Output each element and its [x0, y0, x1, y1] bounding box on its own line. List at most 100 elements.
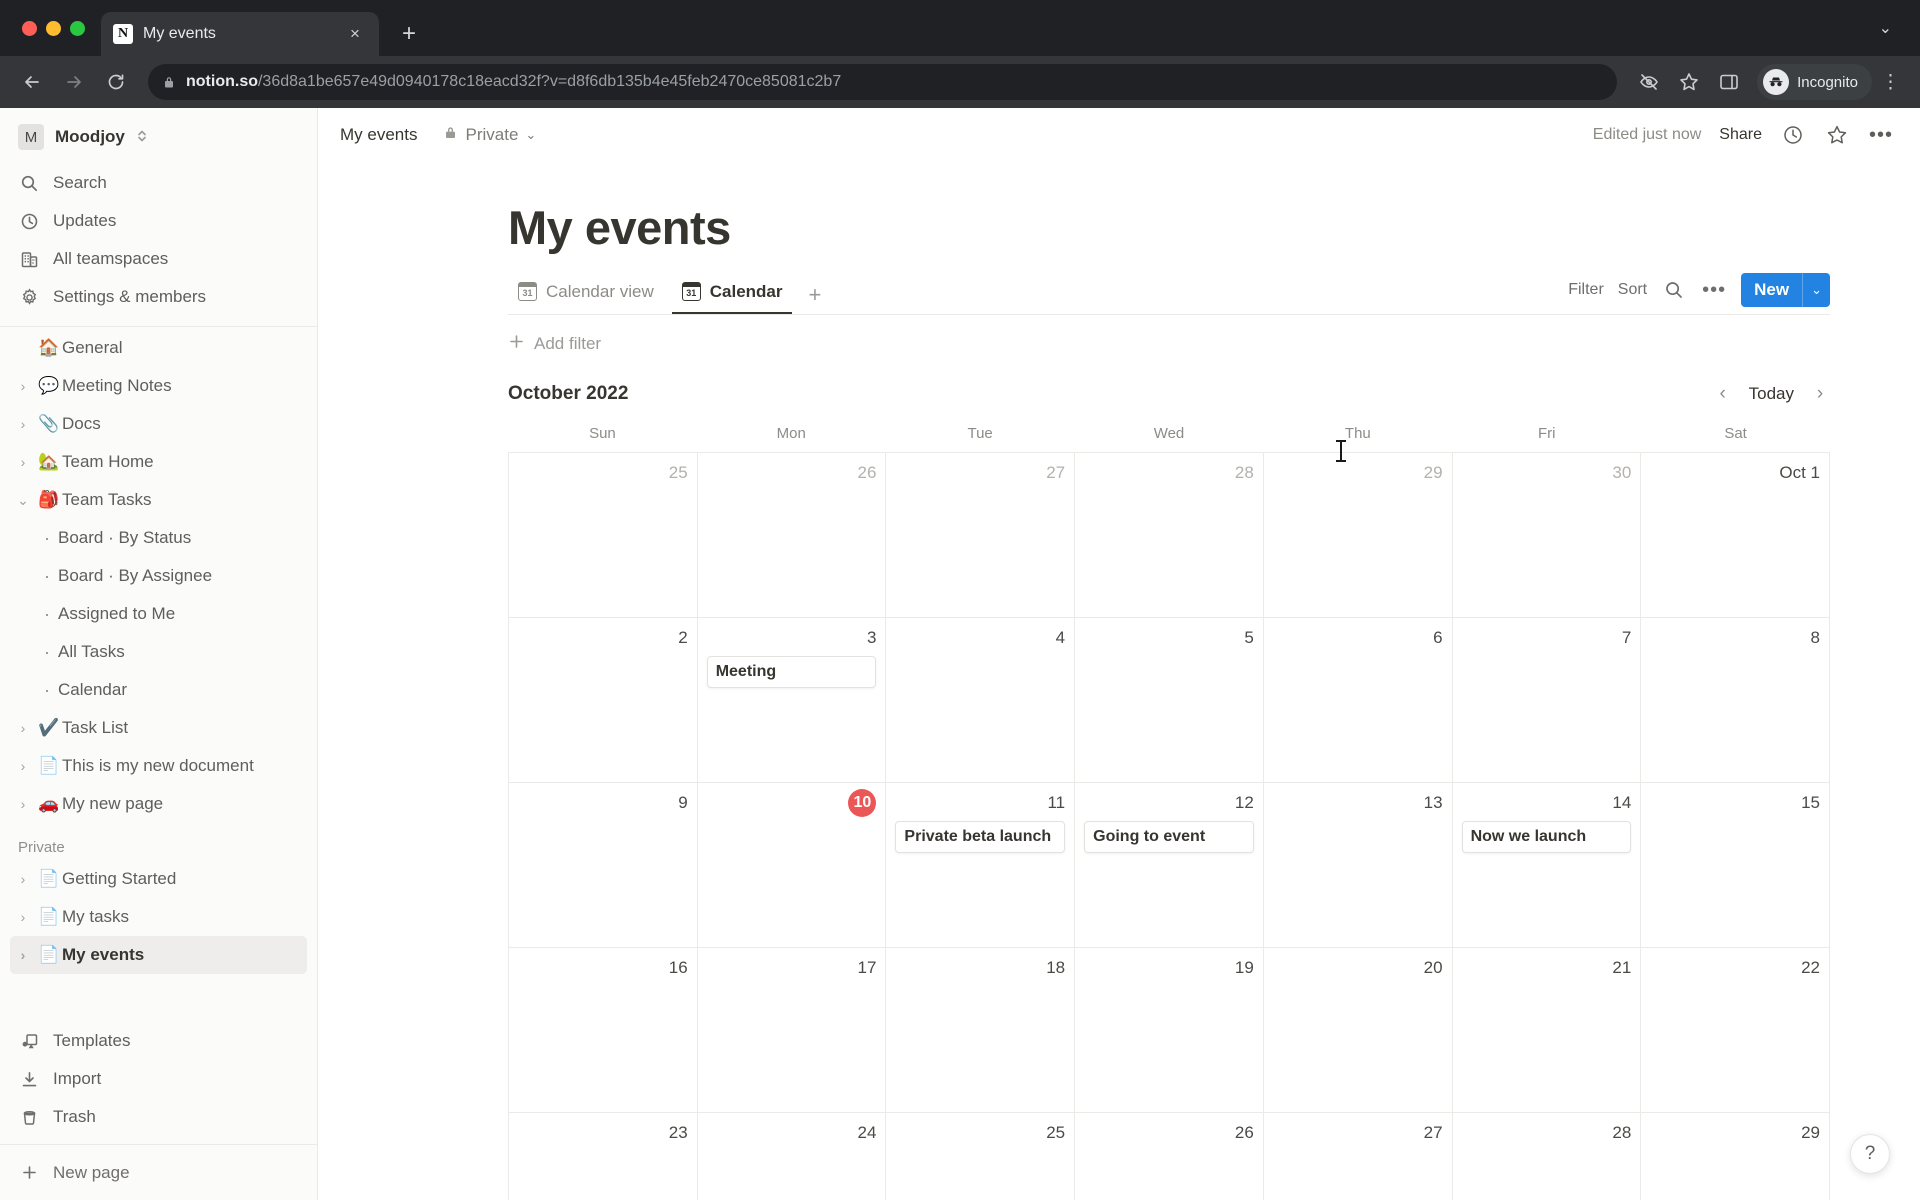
sidebar-item-task-list[interactable]: › ✔️ Task List — [10, 709, 307, 747]
chevron-right-icon[interactable]: › — [10, 720, 36, 736]
sidebar-item-this-is-my-new-document[interactable]: › 📄 This is my new document — [10, 747, 307, 785]
sidebar-item-all-tasks[interactable]: · All Tasks — [10, 633, 307, 671]
bookmark-star-icon[interactable] — [1671, 64, 1707, 100]
help-button[interactable]: ? — [1850, 1134, 1890, 1174]
side-panel-icon[interactable] — [1711, 64, 1747, 100]
calendar-day-cell[interactable]: 28 — [1453, 1113, 1642, 1200]
calendar-day-cell[interactable]: 4 — [886, 618, 1076, 783]
sidebar-item-my-events[interactable]: › 📄 My events — [10, 936, 307, 974]
calendar-day-cell[interactable]: 28 — [1075, 453, 1264, 618]
chevron-right-icon[interactable]: › — [10, 454, 36, 470]
calendar-day-cell[interactable]: 21 — [1452, 948, 1642, 1113]
page-title[interactable]: My events — [508, 200, 1830, 255]
calendar-day-cell[interactable]: 8 — [1641, 618, 1830, 783]
sidebar-item-templates[interactable]: Templates — [10, 1022, 307, 1060]
sidebar-item-assigned-to-me[interactable]: · Assigned to Me — [10, 595, 307, 633]
minimize-window-button[interactable] — [46, 20, 61, 36]
sidebar-item-my-new-page[interactable]: › 🚗 My new page — [10, 785, 307, 823]
close-window-button[interactable] — [22, 20, 37, 36]
calendar-day-cell[interactable]: 14 Now we launch — [1452, 783, 1642, 948]
calendar-day-cell[interactable]: 7 — [1452, 618, 1642, 783]
calendar-day-cell[interactable]: 5 — [1075, 618, 1264, 783]
today-button[interactable]: Today — [1749, 384, 1794, 404]
calendar-day-cell[interactable]: 27 — [886, 453, 1076, 618]
back-button[interactable] — [14, 64, 50, 100]
next-month-button[interactable]: › — [1810, 383, 1830, 405]
calendar-day-cell[interactable]: 29 — [1263, 453, 1453, 618]
calendar-day-cell[interactable]: 20 — [1263, 948, 1453, 1113]
chevron-down-icon[interactable]: ⌄ — [10, 492, 36, 509]
chevron-right-icon[interactable]: › — [10, 796, 36, 812]
sidebar-item-search[interactable]: Search — [10, 164, 307, 202]
chevron-down-icon[interactable]: ⌄ — [1803, 273, 1830, 307]
workspace-switcher[interactable]: M Moodjoy — [0, 108, 317, 162]
calendar-event-chip[interactable]: Private beta launch — [895, 821, 1066, 853]
chevron-right-icon[interactable]: › — [10, 416, 36, 432]
sidebar-item-general[interactable]: › 🏠 General — [10, 329, 307, 367]
chevron-right-icon[interactable]: › — [10, 758, 36, 774]
chevron-right-icon[interactable]: › — [10, 947, 36, 963]
calendar-day-cell[interactable]: 3 Meeting — [697, 618, 887, 783]
calendar-day-cell[interactable]: 11 Private beta launch — [886, 783, 1076, 948]
add-view-button[interactable]: + — [800, 282, 829, 314]
calendar-day-cell[interactable]: 27 — [1264, 1113, 1453, 1200]
maximize-window-button[interactable] — [70, 20, 85, 36]
add-filter-button[interactable]: Add filter — [508, 333, 601, 355]
calendar-event-chip[interactable]: Now we launch — [1461, 821, 1632, 853]
tab-calendar[interactable]: 31 Calendar — [671, 269, 793, 314]
calendar-day-cell[interactable]: 17 — [697, 948, 887, 1113]
calendar-day-cell[interactable]: 29 — [1641, 1113, 1830, 1200]
sidebar-item-trash[interactable]: Trash — [10, 1098, 307, 1136]
chevron-right-icon[interactable]: › — [10, 378, 36, 394]
calendar-day-cell[interactable]: 25 — [509, 453, 698, 618]
chevron-right-icon[interactable]: › — [10, 871, 36, 887]
sidebar-item-settings-members[interactable]: Settings & members — [10, 278, 307, 316]
history-clock-icon[interactable] — [1780, 122, 1806, 148]
sidebar-item-updates[interactable]: Updates — [10, 202, 307, 240]
profile-incognito-button[interactable]: Incognito — [1757, 64, 1872, 100]
database-more-menu-icon[interactable]: ••• — [1701, 277, 1727, 303]
search-icon[interactable] — [1661, 277, 1687, 303]
calendar-day-cell[interactable]: 13 — [1263, 783, 1453, 948]
browser-menu-icon[interactable]: ⋮ — [1876, 64, 1906, 100]
sidebar-item-my-tasks[interactable]: › 📄 My tasks — [10, 898, 307, 936]
calendar-day-cell[interactable]: 30 — [1452, 453, 1642, 618]
share-button[interactable]: Share — [1719, 126, 1762, 144]
favorite-star-icon[interactable] — [1824, 122, 1850, 148]
calendar-day-cell[interactable]: 26 — [697, 453, 887, 618]
calendar-event-chip[interactable]: Going to event — [1084, 821, 1254, 853]
sidebar-item-getting-started[interactable]: › 📄 Getting Started — [10, 860, 307, 898]
address-bar[interactable]: notion.so/36d8a1be657e49d0940178c18eacd3… — [148, 64, 1618, 100]
previous-month-button[interactable]: ‹ — [1713, 383, 1733, 405]
calendar-day-cell[interactable]: 12 Going to event — [1075, 783, 1264, 948]
calendar-day-cell[interactable]: 9 — [509, 783, 698, 948]
calendar-day-cell[interactable]: 26 — [1075, 1113, 1264, 1200]
sidebar-item-board-by-assignee[interactable]: · Board · By Assignee — [10, 557, 307, 595]
close-tab-button[interactable]: × — [343, 22, 367, 46]
page-more-menu-icon[interactable]: ••• — [1868, 122, 1894, 148]
calendar-day-cell[interactable]: 10 — [697, 783, 887, 948]
sort-button[interactable]: Sort — [1618, 281, 1647, 299]
sidebar-item-docs[interactable]: › 📎 Docs — [10, 405, 307, 443]
calendar-day-cell[interactable]: 24 — [698, 1113, 887, 1200]
calendar-event-chip[interactable]: Meeting — [706, 656, 877, 688]
chevron-right-icon[interactable]: › — [10, 909, 36, 925]
breadcrumb[interactable]: My events — [340, 125, 417, 145]
calendar-day-cell[interactable]: Oct 1 — [1641, 453, 1830, 618]
calendar-day-cell[interactable]: 2 — [509, 618, 698, 783]
sidebar-item-team-home[interactable]: › 🏡 Team Home — [10, 443, 307, 481]
sidebar-item-meeting-notes[interactable]: › 💬 Meeting Notes — [10, 367, 307, 405]
calendar-day-cell[interactable]: 15 — [1641, 783, 1830, 948]
new-page-button[interactable]: New page — [0, 1144, 317, 1200]
sidebar-item-board-by-status[interactable]: · Board · By Status — [10, 519, 307, 557]
chevron-down-icon[interactable]: ⌄ — [1867, 18, 1904, 38]
reload-button[interactable] — [98, 64, 134, 100]
sidebar-item-calendar[interactable]: · Calendar — [10, 671, 307, 709]
page-visibility-selector[interactable]: Private ⌄ — [443, 125, 536, 145]
new-record-button[interactable]: New ⌄ — [1741, 273, 1830, 307]
new-tab-button[interactable]: + — [391, 16, 427, 52]
filter-button[interactable]: Filter — [1568, 281, 1604, 299]
calendar-day-cell[interactable]: 22 — [1641, 948, 1830, 1113]
tab-calendar-view[interactable]: 31 Calendar view — [508, 269, 664, 314]
sidebar-item-team-tasks[interactable]: ⌄ 🎒 Team Tasks — [10, 481, 307, 519]
